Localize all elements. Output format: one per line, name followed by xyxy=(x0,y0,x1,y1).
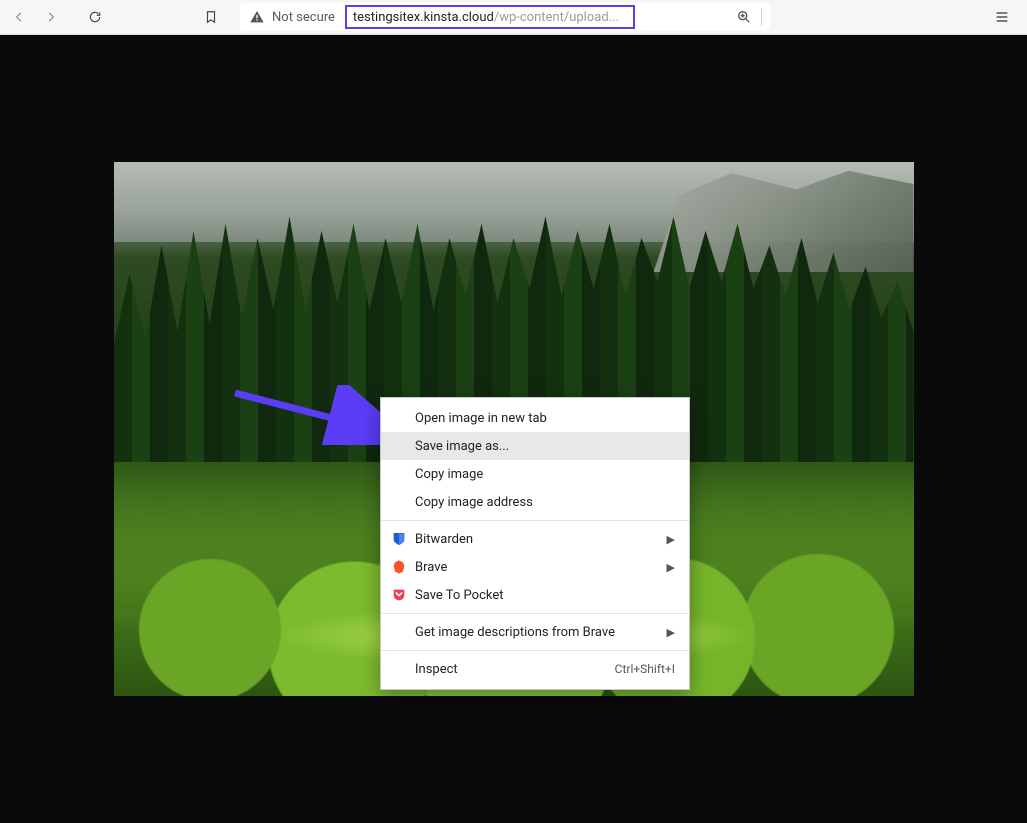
context-menu-separator xyxy=(381,520,689,521)
hamburger-menu-button[interactable] xyxy=(991,6,1013,28)
context-menu-item-pocket[interactable]: Save To Pocket xyxy=(381,581,689,609)
context-menu-item-copy-address[interactable]: Copy image address xyxy=(381,488,689,516)
reload-button[interactable] xyxy=(84,6,106,28)
context-menu-label: Open image in new tab xyxy=(415,411,547,426)
forward-button[interactable] xyxy=(40,6,62,28)
context-menu-item-bitwarden[interactable]: Bitwarden ▶ xyxy=(381,525,689,553)
context-menu-separator xyxy=(381,650,689,651)
security-status-label: Not secure xyxy=(272,10,335,25)
address-bar[interactable]: Not secure testingsitex.kinsta.cloud/wp-… xyxy=(240,3,770,31)
pocket-icon xyxy=(391,587,407,603)
bitwarden-icon xyxy=(391,531,407,547)
context-menu: Open image in new tab Save image as... C… xyxy=(380,397,690,690)
context-menu-item-open-new-tab[interactable]: Open image in new tab xyxy=(381,404,689,432)
back-button[interactable] xyxy=(8,6,30,28)
url-ellipsis: ... xyxy=(609,10,619,25)
url-highlight-box: testingsitex.kinsta.cloud/wp-content/upl… xyxy=(345,5,635,29)
context-menu-item-descriptions[interactable]: Get image descriptions from Brave ▶ xyxy=(381,618,689,646)
context-menu-item-save-as[interactable]: Save image as... xyxy=(381,432,689,460)
context-menu-label: Save image as... xyxy=(415,439,509,454)
warning-triangle-icon xyxy=(248,8,266,26)
context-menu-item-inspect[interactable]: Inspect Ctrl+Shift+I xyxy=(381,655,689,683)
context-menu-label: Copy image address xyxy=(415,495,533,510)
chevron-right-icon: ▶ xyxy=(667,533,675,546)
bookmark-button[interactable] xyxy=(200,6,222,28)
context-menu-shortcut: Ctrl+Shift+I xyxy=(615,662,675,676)
context-menu-item-brave[interactable]: Brave ▶ xyxy=(381,553,689,581)
zoom-button[interactable] xyxy=(733,6,755,28)
context-menu-label: Copy image xyxy=(415,467,483,482)
page-viewport: Open image in new tab Save image as... C… xyxy=(0,35,1027,823)
context-menu-separator xyxy=(381,613,689,614)
url-host: testingsitex.kinsta.cloud xyxy=(353,10,494,25)
context-menu-label: Inspect xyxy=(415,662,458,677)
context-menu-label: Bitwarden xyxy=(415,532,473,547)
browser-toolbar: Not secure testingsitex.kinsta.cloud/wp-… xyxy=(0,0,1027,35)
context-menu-item-copy-image[interactable]: Copy image xyxy=(381,460,689,488)
context-menu-label: Save To Pocket xyxy=(415,588,504,603)
context-menu-label: Get image descriptions from Brave xyxy=(415,625,615,640)
brave-icon xyxy=(391,559,407,575)
context-menu-label: Brave xyxy=(415,560,447,575)
url-path: /wp-content/upload xyxy=(494,10,609,25)
chevron-right-icon: ▶ xyxy=(667,626,675,639)
chevron-right-icon: ▶ xyxy=(667,561,675,574)
toolbar-divider xyxy=(761,8,762,26)
